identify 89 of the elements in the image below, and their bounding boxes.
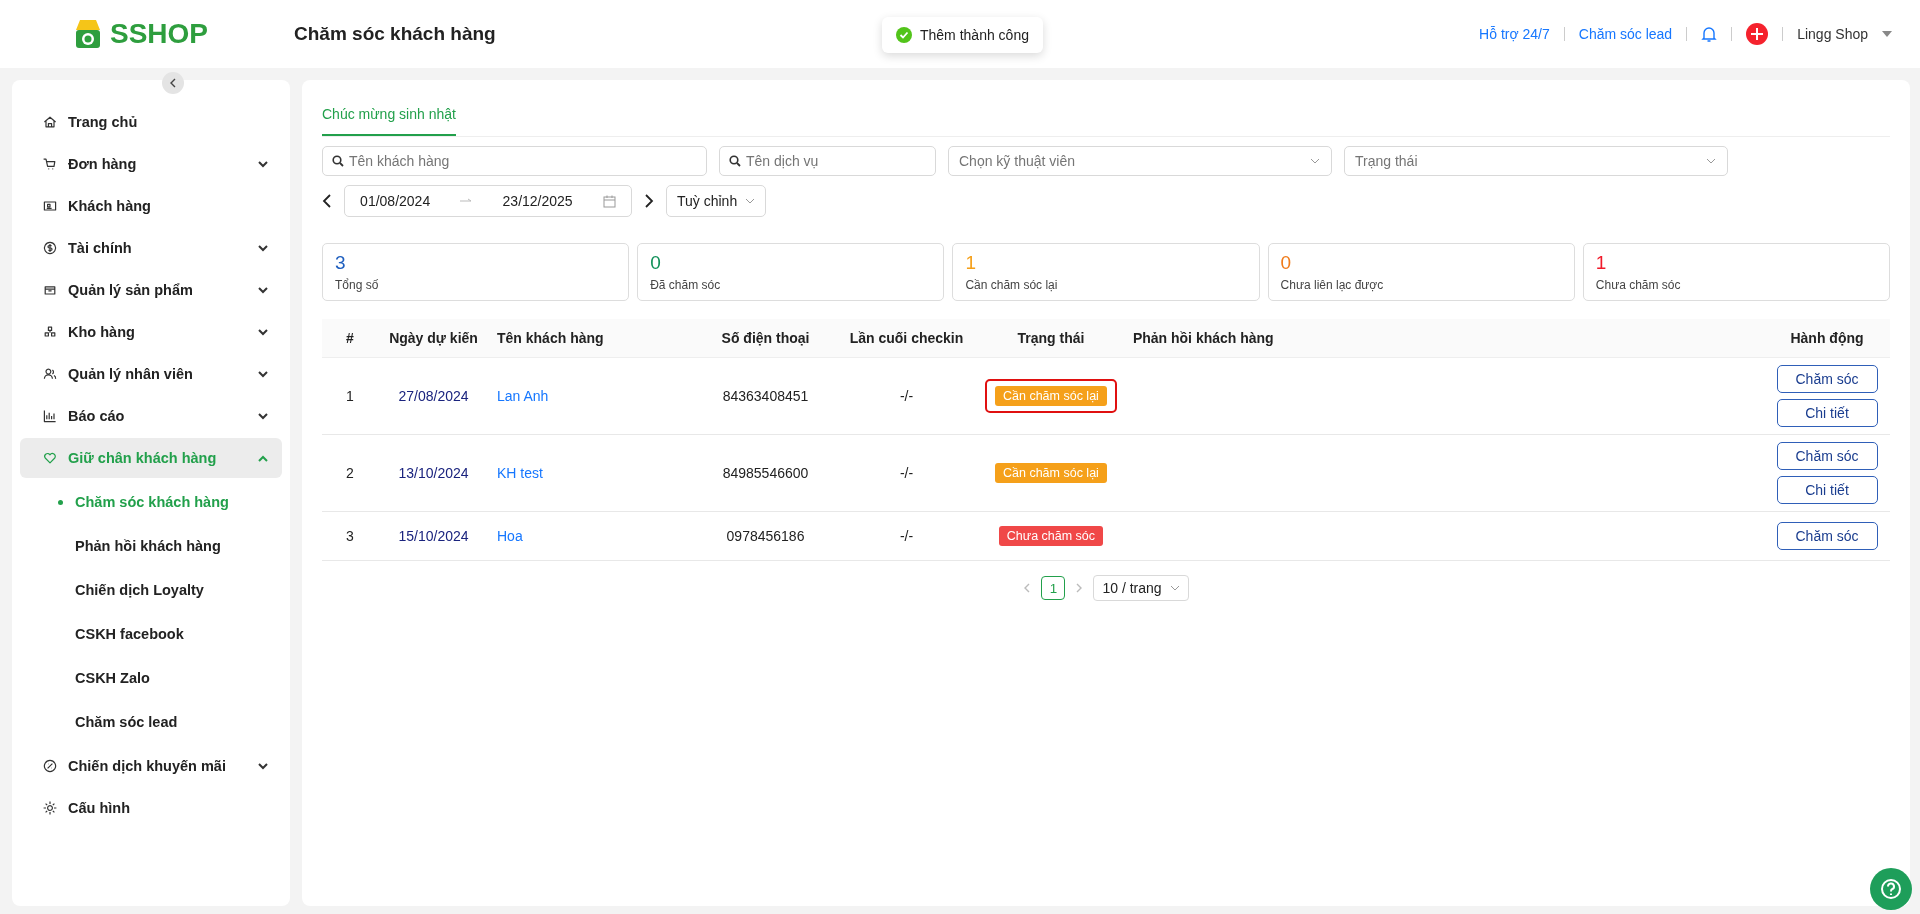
sidebar-item[interactable]: Trang chủ: [20, 102, 282, 142]
sidebar-item[interactable]: Kho hàng: [20, 312, 282, 352]
technician-select[interactable]: Chọn kỹ thuật viên: [948, 146, 1332, 176]
sidebar-item[interactable]: Khách hàng: [20, 186, 282, 226]
page-title: Chăm sóc khách hàng: [294, 23, 496, 45]
tab[interactable]: Chúc mừng sinh nhật: [322, 92, 456, 136]
column-header: Hành động: [1764, 319, 1890, 358]
stat-value: 3: [335, 252, 347, 274]
search-icon: [332, 155, 344, 167]
caret-icon[interactable]: [1882, 31, 1892, 37]
action-button[interactable]: Chi tiết: [1776, 476, 1878, 504]
table-cell: 2: [322, 434, 378, 512]
column-header: Lần cuối checkin: [836, 319, 977, 358]
calendar-icon: [602, 194, 616, 208]
status-select[interactable]: Trạng thái: [1344, 146, 1728, 176]
table-cell: 3: [322, 511, 378, 561]
column-header: Tên khách hàng: [489, 319, 695, 358]
table-cell: 84985546600: [695, 434, 836, 512]
stat-label: Cần chăm sóc lại: [965, 278, 1059, 292]
customer-link[interactable]: KH test: [497, 465, 543, 481]
success-icon: [896, 27, 912, 43]
stat-value: 0: [1280, 252, 1293, 274]
submenu-item[interactable]: CSKH facebook: [20, 612, 282, 656]
customer-link[interactable]: Lan Anh: [497, 388, 549, 404]
notification-bell-icon[interactable]: [1701, 25, 1718, 43]
chevron-left-icon: [169, 78, 177, 88]
submenu-item[interactable]: Chiến dịch Loyalty: [20, 568, 282, 612]
stat-label: Tổng số: [335, 278, 380, 292]
arrow-right-icon: [460, 198, 473, 204]
user-menu[interactable]: Lingg Shop: [1797, 26, 1868, 42]
column-header: Số điện thoại: [695, 319, 836, 358]
header-link[interactable]: Hỗ trợ 24/7: [1479, 26, 1550, 42]
previous-page-icon[interactable]: [1023, 583, 1032, 593]
question-icon: [1880, 878, 1902, 900]
date-cell: 27/08/2024: [378, 357, 489, 435]
stat-value: 0: [650, 252, 662, 274]
submenu-item[interactable]: Phản hồi khách hàng: [20, 524, 282, 568]
sidebar-item[interactable]: Đơn hàng: [20, 144, 282, 184]
sidebar-item[interactable]: Báo cáo: [20, 396, 282, 436]
column-header: Phản hồi khách hàng: [1124, 319, 1764, 358]
column-header: Ngày dự kiến: [378, 319, 489, 358]
range-select[interactable]: Tuỳ chỉnh: [666, 185, 767, 217]
next-page-icon[interactable]: [1075, 583, 1084, 593]
table-cell: -/-: [836, 511, 977, 561]
page-size-select[interactable]: 10 / trang: [1093, 575, 1189, 601]
sidebar-item[interactable]: Tài chính: [20, 228, 282, 268]
search-icon: [729, 155, 741, 167]
page-button[interactable]: 1: [1041, 576, 1066, 600]
table-cell: 84363408451: [695, 357, 836, 435]
column-header: Trạng thái: [977, 319, 1125, 358]
add-icon[interactable]: [1746, 23, 1769, 45]
table-cell: 0978456186: [695, 511, 836, 561]
column-header: #: [322, 319, 378, 358]
action-button[interactable]: Chăm sóc: [1776, 522, 1878, 550]
chevron-down-icon: [745, 198, 756, 204]
stat-label: Chưa liên lạc được: [1280, 278, 1385, 292]
collapse-button[interactable]: [162, 72, 184, 94]
submenu-item[interactable]: CSKH Zalo: [20, 656, 282, 700]
help-button[interactable]: [1870, 868, 1912, 910]
logo-text: SSHOP: [110, 18, 209, 50]
date-cell: 15/10/2024: [378, 511, 489, 561]
toast-message: Thêm thành công: [920, 27, 1029, 43]
sidebar-item[interactable]: Quản lý sản phẩm: [20, 270, 282, 310]
stat-value: 1: [965, 252, 977, 274]
stat-label: Đã chăm sóc: [650, 278, 722, 292]
table-cell: 1: [322, 357, 378, 435]
table-cell: -/-: [836, 434, 977, 512]
stat-label: Chưa chăm sóc: [1595, 278, 1682, 292]
service-search-field[interactable]: Tên dịch vụ: [719, 146, 936, 176]
customer-search-field[interactable]: Tên khách hàng: [322, 146, 707, 176]
status-tag: Cần chăm sóc lại: [995, 463, 1107, 483]
action-button[interactable]: Chăm sóc: [1776, 365, 1878, 393]
sidebar-item[interactable]: Cấu hình: [20, 788, 282, 828]
table-cell: -/-: [836, 357, 977, 435]
action-button[interactable]: Chi tiết: [1776, 399, 1878, 427]
submenu-item[interactable]: Chăm sóc lead: [20, 700, 282, 744]
header-link[interactable]: Chăm sóc lead: [1578, 26, 1673, 42]
sidebar-item[interactable]: Quản lý nhân viên: [20, 354, 282, 394]
customer-link[interactable]: Hoa: [497, 528, 523, 544]
status-tag: Chưa chăm sóc: [998, 526, 1104, 546]
chevron-down-icon: [1169, 585, 1180, 591]
date-cell: 13/10/2024: [378, 434, 489, 512]
sidebar-item[interactable]: Chiến dịch khuyến mãi: [20, 746, 282, 786]
chevron-down-icon: [1310, 158, 1320, 164]
chevron-down-icon: [1706, 158, 1716, 164]
date-range-picker[interactable]: 01/08/2024 23/12/2025: [344, 185, 632, 217]
stat-value: 1: [1595, 252, 1608, 274]
status-tag: Cần chăm sóc lại: [995, 386, 1107, 406]
action-button[interactable]: Chăm sóc: [1776, 442, 1878, 470]
